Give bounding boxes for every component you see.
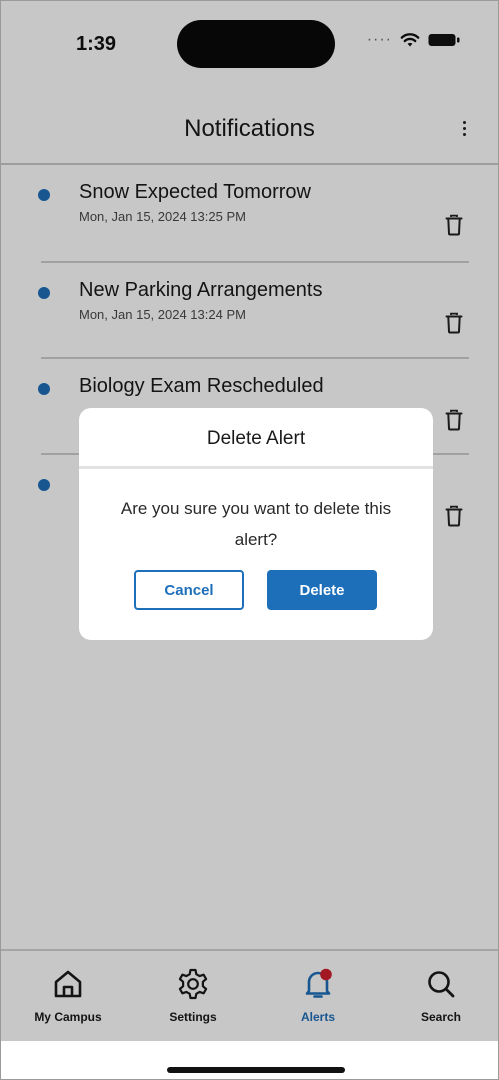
- app-screen: 1:39 ···· Notifications Snow Expected To…: [0, 0, 499, 1080]
- delete-button[interactable]: Delete: [267, 570, 377, 610]
- dialog-title: Delete Alert: [206, 428, 306, 449]
- dialog-message: Are you sure you want to delete this ale…: [120, 499, 392, 549]
- home-indicator-area: [1, 1041, 498, 1079]
- delete-alert-dialog: Delete Alert Are you sure you want to de…: [79, 408, 433, 640]
- dialog-divider: [79, 466, 433, 469]
- cancel-button[interactable]: Cancel: [134, 570, 244, 610]
- home-indicator[interactable]: [167, 1067, 345, 1073]
